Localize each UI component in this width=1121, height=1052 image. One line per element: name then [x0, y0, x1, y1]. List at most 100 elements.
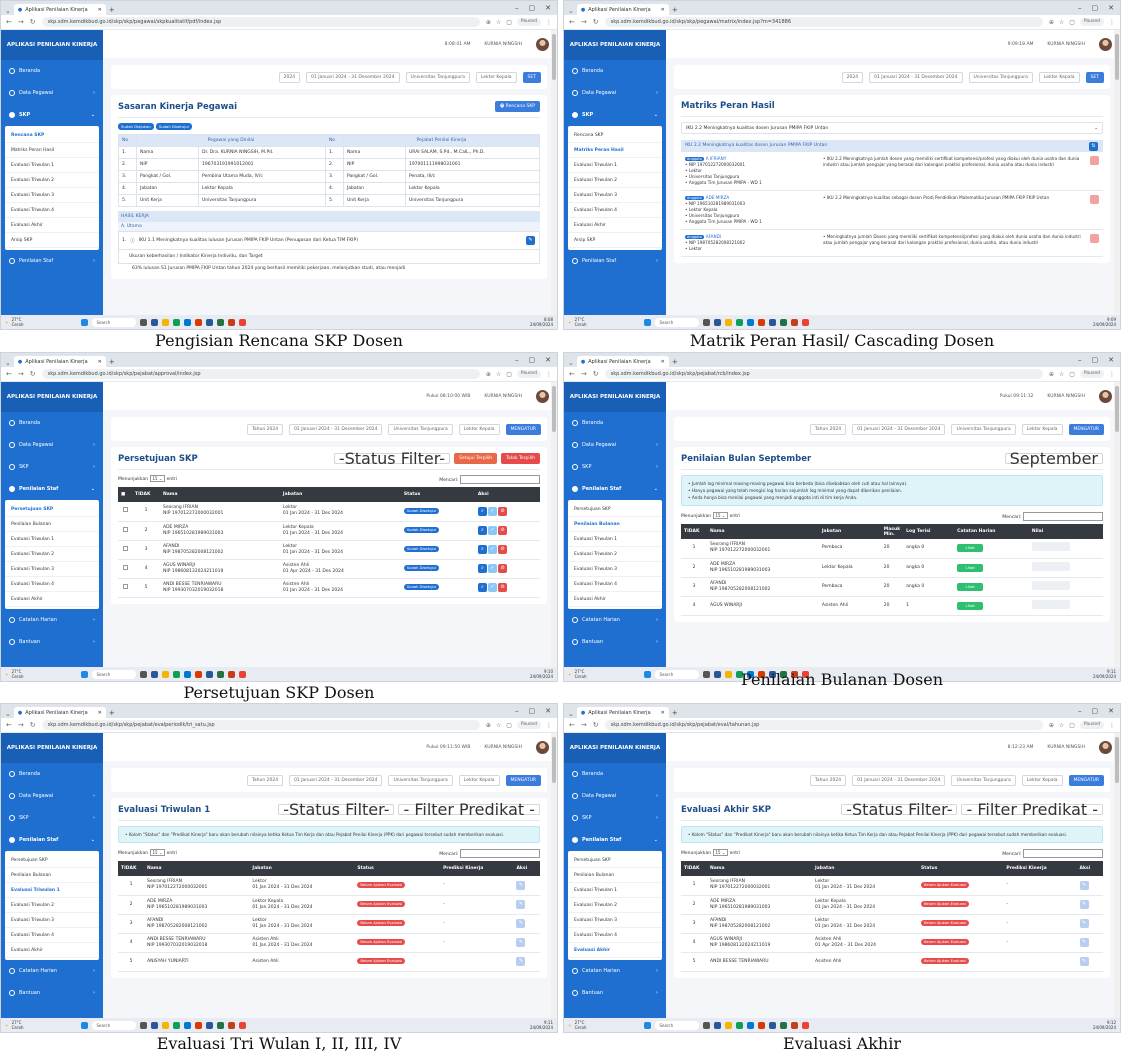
back-icon[interactable]: ← — [6, 721, 12, 729]
tab-list-icon[interactable]: ⌄ — [568, 710, 574, 718]
predikat-filter-select[interactable]: - Filter Predikat - — [961, 802, 1103, 818]
maximize-icon[interactable]: ▢ — [1092, 356, 1099, 364]
approve-icon[interactable]: ✓ — [487, 545, 497, 554]
app-icon[interactable] — [714, 1021, 722, 1029]
nav-bantuan[interactable]: Bantuan › — [564, 982, 666, 1004]
close-tab-icon[interactable]: ✕ — [98, 710, 102, 716]
windows-start-icon[interactable] — [81, 670, 89, 678]
powerpoint-icon[interactable] — [791, 1021, 799, 1029]
reject-icon[interactable]: ⊘ — [497, 564, 507, 573]
taskbar-search[interactable]: Search — [92, 317, 137, 327]
set-period-button[interactable]: MENGATUR — [1068, 423, 1104, 435]
taskview-icon[interactable] — [140, 318, 148, 326]
new-tab-icon[interactable]: + — [109, 707, 115, 718]
row-checkbox[interactable] — [122, 526, 128, 532]
star-icon[interactable]: ★ — [512, 236, 521, 245]
col-nama[interactable]: Nama — [144, 861, 250, 876]
period-select[interactable]: 01 Januari 2024 - 31 Desember 2024 — [852, 423, 946, 435]
edit-icon[interactable]: ✎ — [516, 919, 526, 928]
year-select[interactable]: 2024 — [841, 71, 864, 83]
word-icon[interactable] — [769, 1021, 777, 1029]
submenu-item[interactable]: Evaluasi Triwulan 2 — [5, 173, 99, 188]
scroll-thumb[interactable] — [1115, 386, 1119, 432]
new-tab-icon[interactable]: + — [109, 4, 115, 15]
submenu-item[interactable]: Evaluasi Akhir — [568, 218, 662, 233]
edit-icon[interactable]: ✎ — [516, 880, 526, 890]
back-icon[interactable]: ← — [6, 370, 12, 378]
more-icon[interactable]: ⋮ — [1109, 371, 1115, 378]
extensions-icon[interactable]: ▢ — [1069, 19, 1075, 26]
star-icon[interactable]: ☆ — [1059, 722, 1064, 729]
profile-button[interactable]: Paused — [1079, 721, 1104, 729]
url-input[interactable]: skp.sdm.kemdikbud.go.id/skp/skp/pejabat/… — [604, 369, 1043, 379]
jabatan-field[interactable]: Lektor Kepala — [1021, 774, 1063, 786]
word-icon[interactable] — [206, 318, 214, 326]
new-tab-icon[interactable]: + — [109, 356, 115, 367]
chrome-icon[interactable] — [736, 1021, 744, 1029]
sort-icon[interactable]: ⇅ — [1089, 141, 1098, 151]
submenu-item[interactable]: Evaluasi Triwulan 2 — [5, 898, 99, 913]
page-length-select[interactable]: 15 ⌄ — [712, 512, 729, 519]
status-filter-select[interactable]: -Status Filter- — [278, 802, 395, 818]
browser-icon[interactable] — [802, 1021, 810, 1029]
nav-beranda[interactable]: Beranda — [564, 60, 666, 82]
minimize-icon[interactable]: – — [1078, 4, 1082, 12]
more-icon[interactable]: ⋮ — [546, 19, 552, 26]
new-tab-icon[interactable]: + — [672, 4, 678, 15]
year-select[interactable]: Tahun 2024 — [809, 423, 847, 435]
unit-field[interactable]: Universitas Tanjungpura — [388, 423, 453, 435]
edge-icon[interactable] — [184, 318, 192, 326]
scroll-thumb[interactable] — [552, 386, 556, 432]
submenu-item[interactable]: Evaluasi Triwulan 4 — [5, 203, 99, 218]
submenu-item[interactable]: Evaluasi Triwulan 2 — [568, 173, 662, 188]
browser-icon[interactable] — [239, 670, 247, 678]
chrome-icon[interactable] — [173, 670, 181, 678]
nav-penilaian-staf[interactable]: Penilaian Staf ⌄ — [564, 829, 666, 851]
nav-data-pegawai[interactable]: Data Pegawai › — [1, 82, 103, 104]
edit-icon[interactable]: ✎ — [1079, 957, 1089, 966]
col-tidak[interactable]: TIDAK — [681, 524, 707, 539]
set-period-button[interactable]: MENGATUR — [505, 423, 541, 435]
taskbar-search[interactable]: Search — [655, 317, 700, 327]
reject-icon[interactable]: ⊘ — [497, 506, 507, 516]
search-input[interactable] — [1023, 512, 1103, 521]
star-icon[interactable]: ☆ — [496, 371, 501, 378]
unit-field[interactable]: Universitas Tanjungpura — [951, 774, 1016, 786]
avatar[interactable] — [1099, 389, 1112, 403]
submenu-item[interactable]: Evaluasi Triwulan 4 — [5, 577, 99, 592]
nav-skp[interactable]: SKP › — [564, 456, 666, 478]
excel-icon[interactable] — [780, 1021, 788, 1029]
taskview-icon[interactable] — [140, 1021, 148, 1029]
word-icon[interactable] — [769, 318, 777, 326]
page-length-select[interactable]: 15 ⌄ — [149, 849, 166, 856]
browser-icon[interactable] — [239, 318, 247, 326]
submenu-item[interactable]: Evaluasi Triwulan 4 — [5, 928, 99, 943]
submenu-item[interactable]: Evaluasi Akhir — [5, 218, 99, 233]
status-filter-select[interactable]: -Status Filter- — [841, 802, 958, 818]
submenu-item[interactable]: Evaluasi Triwulan 4 — [568, 577, 662, 592]
new-tab-icon[interactable]: + — [672, 707, 678, 718]
close-tab-icon[interactable]: ✕ — [661, 359, 665, 365]
period-select[interactable]: 01 Januari 2024 - 31 Desember 2024 — [306, 71, 400, 83]
approve-icon[interactable]: ✓ — [487, 526, 497, 535]
powerpoint-icon[interactable] — [228, 670, 236, 678]
score-input[interactable] — [1031, 542, 1070, 552]
folder-icon[interactable] — [162, 670, 170, 678]
predikat-filter-select[interactable]: - Filter Predikat - — [398, 802, 540, 818]
edit-icon[interactable]: ✎ — [516, 900, 526, 909]
submenu-item[interactable]: Evaluasi Triwulan 2 — [568, 898, 662, 913]
scrollbar[interactable] — [551, 382, 557, 667]
col-nama[interactable]: Nama — [160, 487, 280, 502]
reject-icon[interactable]: ⊘ — [497, 583, 507, 592]
submenu-item[interactable]: Evaluasi Triwulan 3 — [5, 562, 99, 577]
maximize-icon[interactable]: ▢ — [1092, 4, 1099, 12]
col-nama[interactable]: Nama — [707, 524, 819, 539]
folder-icon[interactable] — [162, 1021, 170, 1029]
maximize-icon[interactable]: ▢ — [529, 4, 536, 12]
excel-icon[interactable] — [217, 670, 225, 678]
nav-skp[interactable]: SKP › — [1, 456, 103, 478]
submenu-item[interactable]: Arsip SKP — [568, 233, 662, 248]
close-window-icon[interactable]: ✕ — [1108, 4, 1114, 12]
view-icon[interactable]: ⌕ — [477, 506, 487, 516]
close-window-icon[interactable]: ✕ — [1108, 356, 1114, 364]
